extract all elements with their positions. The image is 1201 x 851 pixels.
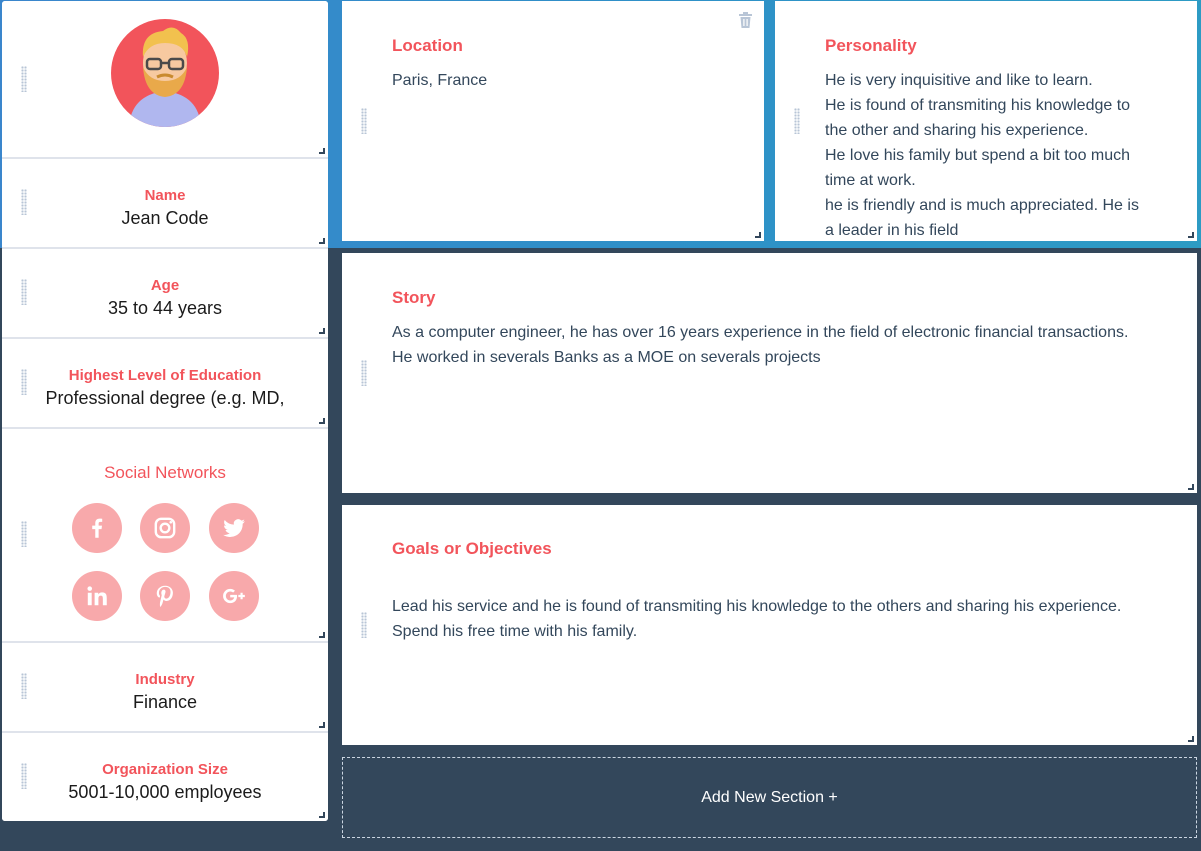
resize-handle[interactable] (1188, 232, 1194, 238)
org-size-value: 5001-10,000 employees (68, 782, 262, 802)
resize-handle[interactable] (319, 238, 325, 244)
resize-handle[interactable] (319, 328, 325, 334)
personality-line: he is friendly and is much appreciated. … (825, 197, 1139, 214)
google-plus-icon[interactable] (209, 571, 259, 621)
pinterest-icon[interactable] (140, 571, 190, 621)
resize-handle[interactable] (319, 418, 325, 424)
trash-icon[interactable] (738, 11, 753, 29)
drag-handle[interactable] (21, 521, 27, 547)
name-label: Name (144, 187, 186, 204)
resize-handle[interactable] (1188, 484, 1194, 490)
age-value: 35 to 44 years (107, 298, 223, 318)
story-card: Story As a computer engineer, he has ove… (342, 253, 1197, 493)
age-label: Age (150, 277, 180, 294)
industry-card: Industry Finance (2, 643, 328, 733)
drag-handle[interactable] (794, 108, 800, 134)
resize-handle[interactable] (755, 232, 761, 238)
drag-handle[interactable] (361, 108, 367, 134)
personality-line: He is very inquisitive and like to learn… (825, 72, 1093, 89)
age-card: Age 35 to 44 years (2, 249, 328, 339)
personality-card: Personality He is very inquisitive and l… (775, 1, 1197, 241)
facebook-icon[interactable] (72, 503, 122, 553)
location-card: Location Paris, France (342, 1, 764, 241)
personality-line: He love his family but spend a bit too m… (825, 147, 1131, 164)
education-card: Highest Level of Education Professional … (2, 339, 328, 429)
org-size-label: Organization Size (102, 761, 228, 778)
education-value: Professional degree (e.g. MD, (45, 388, 285, 408)
story-title: Story (392, 288, 436, 307)
personality-title: Personality (825, 36, 917, 55)
organization-size-card: Organization Size 5001-10,000 employees (2, 733, 328, 821)
goals-line: Spend his free time with his family. (392, 623, 638, 640)
avatar-card (2, 1, 328, 159)
avatar-illustration (129, 27, 201, 127)
name-value: Jean Code (121, 208, 209, 228)
resize-handle[interactable] (1188, 736, 1194, 742)
linkedin-icon[interactable] (72, 571, 122, 621)
goals-line: Lead his service and he is found of tran… (392, 598, 1122, 615)
drag-handle[interactable] (361, 360, 367, 386)
social-label: Social Networks (104, 463, 226, 482)
industry-label: Industry (135, 671, 195, 688)
personality-text: He is very inquisitive and like to learn… (825, 68, 1165, 241)
personality-line: time at work. (825, 172, 916, 189)
drag-handle[interactable] (21, 66, 27, 92)
goals-card: Goals or Objectives Lead his service and… (342, 505, 1197, 745)
goals-text: Lead his service and he is found of tran… (392, 594, 1182, 644)
drag-handle[interactable] (361, 612, 367, 638)
story-text: As a computer engineer, he has over 16 y… (392, 320, 1182, 370)
industry-value: Finance (132, 692, 198, 712)
add-new-section-label: Add New Section + (701, 788, 838, 806)
resize-handle[interactable] (319, 148, 325, 154)
story-line: As a computer engineer, he has over 16 y… (392, 324, 1129, 341)
social-networks-card: Social Networks (2, 429, 328, 643)
resize-handle[interactable] (319, 632, 325, 638)
resize-handle[interactable] (319, 812, 325, 818)
name-card: Name Jean Code (2, 159, 328, 249)
story-line: He worked in severals Banks as a MOE on … (392, 349, 821, 366)
personality-line: a leader in his field (825, 222, 959, 239)
add-new-section-button[interactable]: Add New Section + (342, 757, 1197, 838)
twitter-icon[interactable] (209, 503, 259, 553)
education-label: Highest Level of Education (68, 367, 262, 384)
personality-line: the other and sharing his experience. (825, 122, 1089, 139)
instagram-icon[interactable] (140, 503, 190, 553)
resize-handle[interactable] (319, 722, 325, 728)
location-text: Paris, France (392, 72, 488, 89)
goals-title: Goals or Objectives (392, 539, 552, 558)
personality-line: He is found of transmiting his knowledge… (825, 97, 1131, 114)
profile-column: Name Jean Code Age 35 to 44 years Highes… (2, 1, 328, 821)
location-title: Location (392, 36, 463, 55)
avatar (111, 19, 219, 127)
